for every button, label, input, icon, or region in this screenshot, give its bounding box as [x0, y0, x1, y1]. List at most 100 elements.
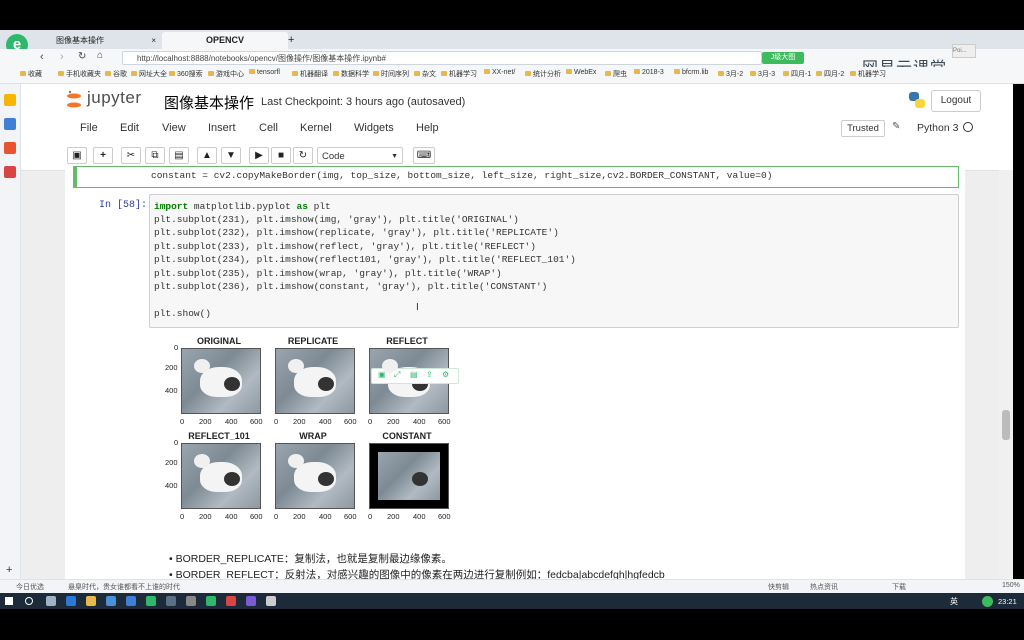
page-scrollbar[interactable] — [999, 170, 1013, 579]
bookmark-item[interactable]: 机器翻译 — [292, 69, 328, 79]
notebook-title[interactable]: 图像基本操作 — [164, 92, 254, 113]
new-tab-button[interactable]: + — [288, 32, 302, 49]
menu-kernel[interactable]: Kernel — [300, 122, 332, 134]
clock[interactable]: 23:21 — [998, 597, 1017, 606]
paste-button[interactable]: ▤ — [169, 147, 189, 164]
add-cell-button[interactable]: + — [93, 147, 113, 164]
save-image-icon[interactable]: ▤ — [410, 370, 418, 379]
news-icon[interactable] — [4, 118, 16, 130]
app-icon[interactable] — [186, 596, 196, 606]
code-line: plt.show() — [154, 308, 212, 319]
logout-button[interactable]: Logout — [931, 90, 981, 112]
edit-pencil-icon[interactable]: ✎ — [892, 121, 900, 132]
move-up-button[interactable]: ▲ — [197, 147, 217, 164]
cell-type-select[interactable]: Code ▼ — [317, 147, 403, 164]
bookmark-item[interactable]: 谷歌 — [105, 69, 127, 79]
save-button[interactable]: ▣ — [67, 147, 87, 164]
bookmark-item[interactable]: 四月-2 — [816, 69, 844, 79]
url-input[interactable]: http://localhost:8888/notebooks/opencv/图… — [122, 51, 762, 65]
browser-taskbar-icon[interactable] — [146, 596, 156, 606]
back-icon[interactable]: ‹ — [40, 51, 44, 63]
sidebar-add-icon[interactable]: + — [6, 564, 12, 576]
apps-icon[interactable] — [4, 166, 16, 178]
j-level-tag[interactable]: J级大图 — [762, 52, 804, 64]
bookmark-item[interactable]: tensorfl — [249, 69, 280, 76]
notification-badge[interactable] — [982, 596, 993, 607]
weibo-icon[interactable] — [4, 142, 16, 154]
tab-notebook[interactable]: 图像基本操作 × — [42, 32, 160, 49]
tab-close-icon[interactable]: × — [151, 32, 156, 49]
trusted-indicator[interactable]: Trusted — [841, 120, 885, 137]
scrollbar-thumb[interactable] — [1002, 410, 1010, 440]
expand-icon[interactable]: ⤢ — [394, 370, 400, 380]
status-left-1[interactable]: 今日优选 — [16, 582, 44, 592]
star-icon[interactable] — [4, 94, 16, 106]
ime-language[interactable]: 英 — [950, 596, 958, 607]
status-right-3[interactable]: 下载 — [892, 582, 906, 592]
home-icon[interactable]: ⌂ — [97, 50, 103, 61]
search-icon[interactable] — [25, 597, 33, 605]
kernel-name[interactable]: Python 3 — [917, 122, 958, 134]
app-icon[interactable] — [246, 596, 256, 606]
python-logo-icon — [907, 90, 927, 110]
reload-icon[interactable]: ↻ — [78, 51, 86, 62]
bookmark-item[interactable]: 机器学习 — [850, 69, 886, 79]
status-left-2[interactable]: 悬臬时代，贵女谁都看不上谁的时代 — [68, 582, 180, 592]
bookmark-item[interactable]: 手机收藏夹 — [58, 69, 101, 79]
explorer-icon[interactable] — [86, 596, 96, 606]
tab-opencv[interactable]: OPENCV — [162, 32, 288, 49]
x-tick-label: 400 — [319, 512, 332, 521]
edge-icon[interactable] — [66, 596, 76, 606]
bookmark-item[interactable]: 机器学习 — [441, 69, 477, 79]
store-icon[interactable] — [106, 596, 116, 606]
menu-help[interactable]: Help — [416, 122, 439, 134]
restart-button[interactable]: ↻ — [293, 147, 313, 164]
jupyter-logo-icon[interactable] — [67, 90, 81, 110]
bookmark-item[interactable]: 网址大全 — [131, 69, 167, 79]
bookmark-item[interactable]: 爬虫 — [605, 69, 627, 79]
bookmark-item[interactable]: 四月-1 — [783, 69, 811, 79]
menu-widgets[interactable]: Widgets — [354, 122, 394, 134]
bookmark-item[interactable]: 收藏 — [20, 69, 42, 79]
menu-file[interactable]: File — [80, 122, 98, 134]
run-button[interactable]: ▶ — [249, 147, 269, 164]
zoom-level[interactable]: 150% — [1002, 582, 1020, 589]
copy-button[interactable]: ⧉ — [145, 147, 165, 164]
bookmark-item[interactable]: 数据科学 — [333, 69, 369, 79]
menu-insert[interactable]: Insert — [208, 122, 236, 134]
app-icon[interactable] — [266, 596, 276, 606]
bookmark-item[interactable]: 游戏中心 — [208, 69, 244, 79]
settings-icon[interactable]: ⚙ — [442, 370, 449, 379]
bookmark-item[interactable]: 2018-3 — [634, 69, 664, 76]
interrupt-button[interactable]: ■ — [271, 147, 291, 164]
status-right-2[interactable]: 热点资讯 — [810, 582, 838, 592]
bookmark-item[interactable]: bfcrm.lib — [674, 69, 708, 76]
bookmark-item[interactable]: 时间序列 — [373, 69, 409, 79]
app-icon[interactable] — [206, 596, 216, 606]
subplot-image-constant — [369, 443, 449, 509]
taskview-icon[interactable] — [46, 596, 56, 606]
app-icon[interactable] — [166, 596, 176, 606]
windows-start-icon[interactable] — [5, 597, 13, 605]
bookmark-item[interactable]: WebEx — [566, 69, 596, 76]
menu-edit[interactable]: Edit — [120, 122, 139, 134]
share-icon[interactable]: ⇪ — [426, 370, 433, 379]
move-down-button[interactable]: ▼ — [221, 147, 241, 164]
previous-code-cell[interactable]: constant = cv2.copyMakeBorder(img, top_s… — [73, 166, 959, 188]
menu-view[interactable]: View — [162, 122, 186, 134]
mail-icon[interactable] — [126, 596, 136, 606]
bookmark-item[interactable]: 3月-2 — [718, 69, 743, 79]
menu-cell[interactable]: Cell — [259, 122, 278, 134]
cut-button[interactable]: ✂ — [121, 147, 141, 164]
code-cell-input[interactable]: import matplotlib.pyplot as plt plt.subp… — [149, 194, 959, 328]
forward-icon[interactable]: › — [60, 51, 64, 63]
overlay-popup[interactable]: Poi... — [952, 44, 976, 58]
bookmark-item[interactable]: 统计分析 — [525, 69, 561, 79]
bookmark-item[interactable]: 3月-3 — [750, 69, 775, 79]
status-right-1[interactable]: 快剪辑 — [768, 582, 789, 592]
keyboard-button[interactable]: ⌨ — [413, 147, 435, 164]
bookmark-item[interactable]: 杂文 — [414, 69, 436, 79]
app-icon[interactable] — [226, 596, 236, 606]
bookmark-item[interactable]: XX-net/ — [484, 69, 515, 76]
bookmark-item[interactable]: 360搜索 — [169, 69, 203, 79]
